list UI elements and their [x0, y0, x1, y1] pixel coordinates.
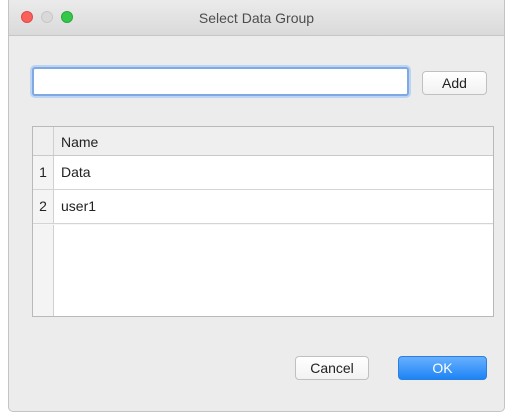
cancel-button[interactable]: Cancel [295, 356, 369, 380]
name-column-header[interactable]: Name [61, 134, 98, 150]
data-group-table: Name 1 Data 2 user1 [32, 126, 494, 317]
window-title: Select Data Group [198, 10, 315, 26]
dialog-window: Select Data Group Add Name 1 Data 2 user… [8, 0, 505, 412]
table-empty-area [54, 225, 493, 316]
group-name-input[interactable] [32, 67, 409, 96]
add-button[interactable]: Add [422, 71, 487, 95]
ok-button[interactable]: OK [398, 356, 487, 380]
table-header: Name [33, 127, 493, 156]
table-row[interactable]: 2 user1 [33, 190, 493, 224]
row-name: user1 [61, 198, 97, 214]
table-row[interactable]: 1 Data [33, 156, 493, 190]
title-bar: Select Data Group [9, 0, 504, 36]
row-index: 2 [33, 190, 54, 223]
index-column-header [33, 127, 54, 155]
row-index: 1 [33, 156, 54, 189]
row-name: Data [61, 164, 91, 180]
empty-index-column [33, 225, 54, 316]
